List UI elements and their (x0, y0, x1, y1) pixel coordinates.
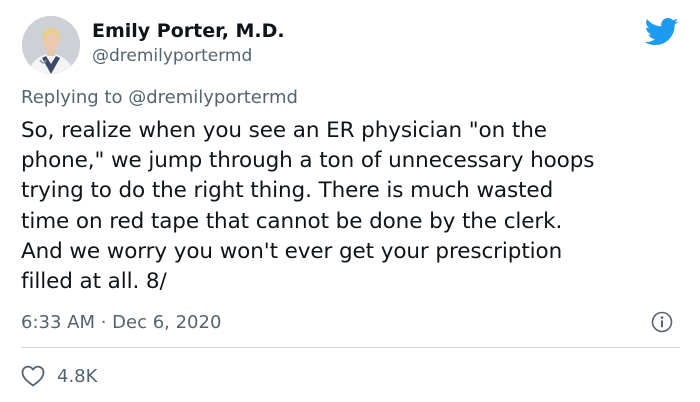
tweet-line: phone," we jump through a ton of unneces… (21, 148, 595, 174)
author-display-name[interactable]: Emily Porter, M.D. (92, 20, 285, 42)
divider (21, 347, 680, 348)
avatar[interactable] (22, 16, 80, 74)
reply-target-link[interactable]: @dremilyportermd (128, 87, 298, 108)
info-icon[interactable] (651, 311, 673, 333)
tweet-line: trying to do the right thing. There is m… (21, 178, 554, 204)
author-handle[interactable]: @dremilyportermd (92, 46, 252, 66)
tweet-line: And we worry you won't ever get your pre… (21, 238, 563, 264)
avatar-image (22, 16, 80, 74)
tweet-line: filled at all. 8/ (21, 269, 167, 295)
reply-context: Replying to @dremilyportermd (21, 87, 298, 108)
tweet-line: So, realize when you see an ER physician… (21, 118, 547, 143)
tweet-card: Emily Porter, M.D. @dremilyportermd Repl… (0, 0, 700, 402)
like-count: 4.8K (57, 365, 98, 387)
like-button[interactable]: 4.8K (21, 362, 97, 390)
tweet-text: So, realize when you see an ER physician… (21, 116, 686, 297)
reply-prefix: Replying to (21, 87, 123, 108)
heart-icon (21, 365, 45, 387)
twitter-bird-icon[interactable] (644, 17, 679, 47)
tweet-line: time on red tape that cannot be done by … (21, 208, 563, 234)
tweet-timestamp[interactable]: 6:33 AM · Dec 6, 2020 (21, 312, 221, 333)
